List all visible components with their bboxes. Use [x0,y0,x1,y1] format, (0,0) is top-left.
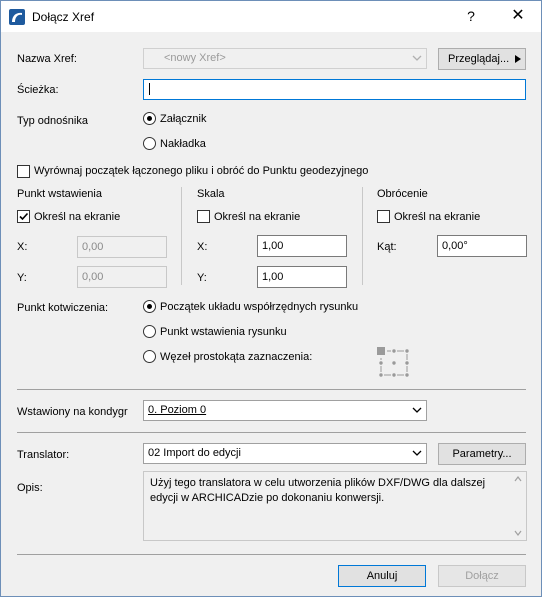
translator-select[interactable]: 02 Import do edycji [143,443,427,464]
help-button[interactable]: ? [456,5,486,27]
anchor-node-grid-icon[interactable] [376,346,412,380]
path-label: Ścieżka: [17,84,59,96]
insertion-x-label: X: [17,241,28,253]
radio-anchor-insertion[interactable] [143,325,156,338]
rotation-angle-value: 0,00° [442,240,468,252]
cancel-button[interactable]: Anuluj [338,565,426,587]
radio-overlay-label: Nakładka [160,138,206,150]
scroll-down-icon[interactable] [514,530,522,536]
insertion-specify-label: Określ na ekranie [34,211,121,223]
scale-x-input[interactable]: 1,00 [257,235,347,257]
scale-y-value: 1,00 [262,271,284,283]
story-label: Wstawiony na kondygr [17,406,128,418]
description-textarea[interactable]: Użyj tego translatora w celu utworzenia … [143,471,527,541]
scale-y-input[interactable]: 1,00 [257,266,347,288]
rotation-heading: Obrócenie [377,188,428,200]
column-divider [362,187,363,285]
story-value: 0. Poziom 0 [148,404,207,416]
scale-x-value: 1,00 [262,240,284,252]
scale-heading: Skala [197,188,225,200]
rotation-angle-label: Kąt: [377,241,397,253]
column-divider [181,187,182,285]
section-divider [17,554,526,555]
radio-selected-dot [147,116,152,121]
insertion-y-input[interactable]: 0,00 [77,266,167,288]
description-text: Użyj tego translatora w celu utworzenia … [150,477,486,504]
radio-attachment-label: Załącznik [160,113,207,125]
insertion-x-input[interactable]: 0,00 [77,236,167,258]
path-input[interactable] [143,79,526,100]
translator-label: Translator: [17,449,70,461]
story-select[interactable]: 0. Poziom 0 [143,400,427,421]
checkmark-icon [19,212,29,221]
rotation-specify-checkbox[interactable] [377,210,390,223]
radio-selected-dot [147,304,152,309]
radio-anchor-origin[interactable] [143,300,156,313]
scroll-up-icon[interactable] [514,476,522,482]
triangle-right-icon [515,55,521,63]
browse-button-label: Przeglądaj... [448,53,510,65]
ref-type-label: Typ odnośnika [17,115,88,127]
xref-name-label: Nazwa Xref: [17,53,77,65]
scale-y-label: Y: [197,272,207,284]
insertion-y-value: 0,00 [82,271,104,283]
chevron-down-icon [412,407,422,413]
xref-name-value: <nowy Xref> [164,52,226,64]
browse-button[interactable]: Przeglądaj... [438,48,526,70]
radio-anchor-insertion-label: Punkt wstawienia rysunku [160,326,287,338]
description-label: Opis: [17,482,43,494]
radio-overlay[interactable] [143,137,156,150]
xref-dialog: Dołącz Xref ? ✕ Nazwa Xref: <nowy Xref> … [0,0,542,597]
archicad-app-icon [9,9,25,25]
description-scrollbar[interactable] [510,472,526,540]
scale-specify-checkbox[interactable] [197,210,210,223]
section-divider [17,432,526,433]
insertion-heading: Punkt wstawienia [17,188,102,200]
parameters-button[interactable]: Parametry... [438,443,526,465]
dialog-title: Dołącz Xref [32,10,95,24]
radio-anchor-node[interactable] [143,350,156,363]
insertion-x-value: 0,00 [82,241,104,253]
rotation-specify-label: Określ na ekranie [394,211,481,223]
insertion-y-label: Y: [17,272,27,284]
scale-x-label: X: [197,241,208,253]
insertion-specify-checkbox[interactable] [17,210,30,223]
section-divider [17,389,526,390]
radio-anchor-origin-label: Początek układu współrzędnych rysunku [160,301,359,313]
text-caret [149,83,150,95]
scale-specify-label: Określ na ekranie [214,211,301,223]
attach-button[interactable]: Dołącz [438,565,526,587]
chevron-down-icon [412,55,422,61]
radio-attachment[interactable] [143,112,156,125]
close-button[interactable]: ✕ [501,5,535,27]
align-survey-point-checkbox[interactable] [17,165,30,178]
radio-anchor-node-label: Węzeł prostokąta zaznaczenia: [160,351,313,363]
align-survey-point-label: Wyrównaj początek łączonego pliku i obró… [34,165,369,177]
xref-name-select[interactable]: <nowy Xref> [143,48,427,69]
chevron-down-icon [412,450,422,456]
rotation-angle-input[interactable]: 0,00° [437,235,527,257]
title-bar: Dołącz Xref ? ✕ [1,1,541,32]
translator-value: 02 Import do edycji [148,447,241,459]
anchor-label: Punkt kotwiczenia: [17,302,109,314]
